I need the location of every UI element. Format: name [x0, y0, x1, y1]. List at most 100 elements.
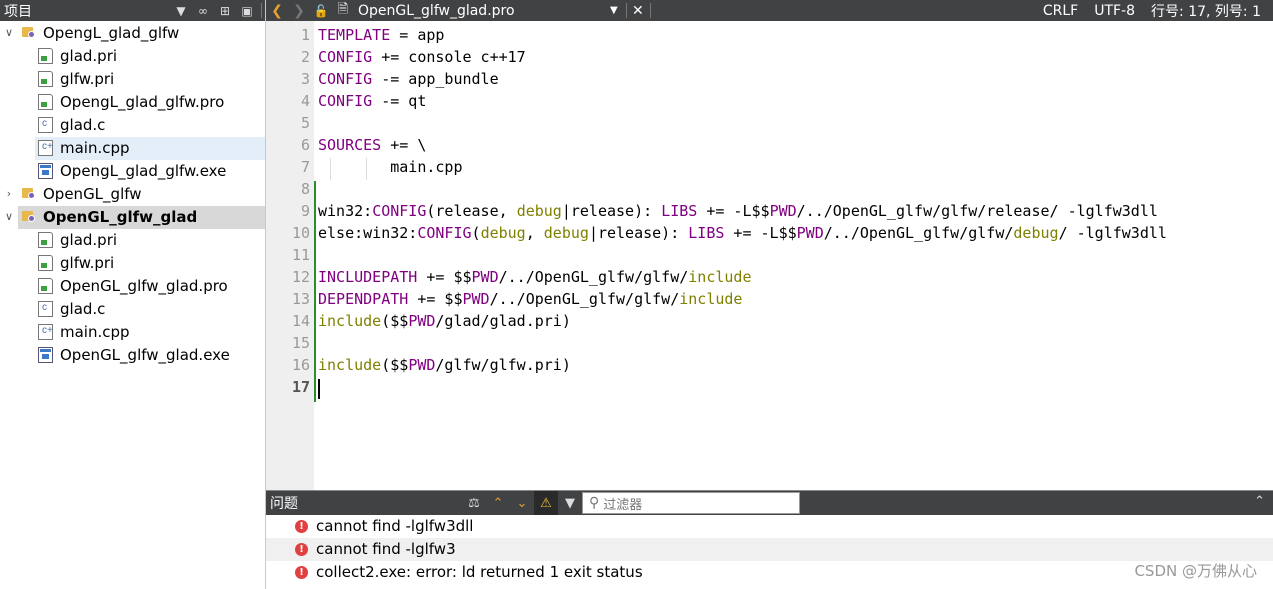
issue-row[interactable]: ! cannot find -lglfw3dll [266, 515, 1273, 538]
line-number: 10 [291, 224, 310, 242]
project-panel-header: 项目 ▼ ∞ ⊞ ▣ [0, 0, 265, 21]
line-number: 17 [291, 378, 310, 396]
tree-project-node[interactable]: ∨ OpengL_glad_glfw [0, 22, 265, 45]
editor-toolbar: ❮ ❯ 🔓 🗎 OpenGL_glfw_glad.pro ▼ ✕ CRLF UT… [266, 0, 1273, 21]
chevron-down-icon[interactable]: ∨ [3, 210, 15, 223]
back-arrow-icon[interactable]: ❮ [266, 3, 288, 19]
qmake-file-icon [38, 278, 53, 294]
tree-item-label: OpenGL_glfw_glad.exe [60, 346, 230, 364]
source-file-icon: c+ [38, 324, 53, 340]
code-line[interactable]: win32:CONFIG(release, debug|release): LI… [318, 202, 1158, 220]
line-number: 5 [300, 114, 310, 132]
warning-filter-icon[interactable]: ⚠ [534, 491, 558, 515]
qmake-file-icon [38, 255, 53, 271]
lock-icon[interactable]: 🔓 [310, 4, 332, 18]
code-line[interactable]: main.cpp [318, 158, 462, 176]
issue-row[interactable]: ! collect2.exe: error: ld returned 1 exit… [266, 561, 1273, 584]
open-file-name[interactable]: OpenGL_glfw_glad.pro [358, 3, 515, 19]
close-file-icon[interactable]: ✕ [632, 3, 644, 19]
code-line[interactable]: INCLUDEPATH += $$PWD/../OpenGL_glfw/glfw… [318, 268, 752, 286]
chevron-down-icon[interactable]: ∨ [3, 26, 15, 39]
tree-file-item[interactable]: glfw.pri [0, 68, 265, 91]
tree-file-item[interactable]: OpengL_glad_glfw.pro [0, 91, 265, 114]
line-number: 7 [300, 158, 310, 176]
tree-file-item[interactable]: glad.pri [0, 229, 265, 252]
line-ending-selector[interactable]: CRLF [1043, 3, 1078, 19]
code-line[interactable]: include($$PWD/glad/glad.pri) [318, 312, 571, 330]
issue-message: cannot find -lglfw3dll [316, 517, 474, 535]
forward-arrow-icon[interactable]: ❯ [288, 3, 310, 19]
split-icon[interactable]: ⊞ [214, 0, 236, 21]
previous-issue-icon[interactable]: ⌃ [486, 491, 510, 515]
code-line[interactable]: DEPENDPATH += $$PWD/../OpenGL_glfw/glfw/… [318, 290, 742, 308]
clean-icon[interactable]: ⚖ [462, 491, 486, 515]
source-file-icon: c [38, 117, 53, 133]
code-line[interactable]: CONFIG -= app_bundle [318, 70, 499, 88]
project-tree: ∨ OpengL_glad_glfw glad.pri glfw.pri OpengL_… [0, 21, 265, 589]
issues-filter-input[interactable]: ⚲ 过滤器 [582, 492, 800, 514]
search-icon: ⚲ [589, 495, 600, 511]
line-number: 6 [300, 136, 310, 154]
tree-item-label: glad.c [60, 116, 106, 134]
tree-project-node[interactable]: ∨ OpenGL_glfw_glad [5, 206, 265, 229]
project-panel-title: 项目 [4, 3, 32, 20]
text-cursor [318, 379, 320, 399]
tree-file-item[interactable]: glad.pri [0, 45, 265, 68]
code-line[interactable]: include($$PWD/glfw/glfw.pri) [318, 356, 571, 374]
error-icon: ! [295, 520, 308, 533]
code-line[interactable]: TEMPLATE = app [318, 26, 444, 44]
tree-file-item[interactable]: c glad.c [0, 298, 265, 321]
tree-item-label: glfw.pri [60, 254, 115, 272]
filter-icon[interactable]: ▼ [170, 0, 192, 21]
issues-panel-header: 问题 ⚖ ⌃ ⌄ ⚠ ▼ ⚲ 过滤器 ⌃ [266, 491, 1273, 515]
watermark: CSDN @万佛从心 [1134, 562, 1257, 580]
encoding-selector[interactable]: UTF-8 [1094, 3, 1135, 19]
tree-file-item[interactable]: OpenGL_glfw_glad.pro [0, 275, 265, 298]
issue-row[interactable]: ! cannot find -lglfw3 [266, 538, 1273, 561]
chevron-right-icon[interactable]: › [3, 187, 15, 200]
tree-item-label: OpenGL_glfw_glad.pro [60, 277, 228, 295]
tree-item-label: glad.c [60, 300, 106, 318]
file-dropdown-icon[interactable]: ▼ [610, 5, 618, 16]
tree-file-item[interactable]: c glad.c [0, 114, 265, 137]
source-file-icon: c+ [38, 140, 53, 156]
link-icon[interactable]: ∞ [192, 0, 214, 21]
code-line[interactable]: CONFIG -= qt [318, 92, 426, 110]
source-file-icon: c [38, 301, 53, 317]
collapse-panel-icon[interactable]: ⌃ [1254, 494, 1265, 509]
tree-file-item[interactable]: OpenGL_glfw_glad.exe [0, 344, 265, 367]
cursor-position[interactable]: 行号: 17, 列号: 1 [1151, 1, 1261, 21]
line-number: 1 [300, 26, 310, 44]
tree-project-node[interactable]: › OpenGL_glfw [0, 183, 265, 206]
tree-file-item[interactable]: c+ main.cpp [35, 137, 265, 160]
code-area[interactable]: TEMPLATE = app CONFIG += console c++17 CON… [318, 21, 1273, 490]
indent-guide [330, 158, 331, 180]
tree-item-label: OpengL_glad_glfw.pro [60, 93, 225, 111]
tree-file-item[interactable]: c+ main.cpp [0, 321, 265, 344]
tree-item-label: glfw.pri [60, 70, 115, 88]
tree-item-label: main.cpp [60, 139, 130, 157]
issue-message: collect2.exe: error: ld returned 1 exit … [316, 563, 643, 581]
indent-guide [366, 158, 367, 180]
qmake-file-icon [38, 71, 53, 87]
tree-item-label: OpenGL_glfw [43, 185, 142, 203]
tree-file-item[interactable]: OpengL_glad_glfw.exe [0, 160, 265, 183]
tree-item-label: OpenGL_glfw_glad [43, 208, 198, 226]
code-line[interactable]: else:win32:CONFIG(debug, debug|release):… [318, 224, 1167, 242]
tree-item-label: OpengL_glad_glfw.exe [60, 162, 227, 180]
next-issue-icon[interactable]: ⌄ [510, 491, 534, 515]
close-panel-icon[interactable]: ▣ [236, 0, 258, 21]
tree-item-label: glad.pri [60, 47, 118, 65]
project-panel: 项目 ▼ ∞ ⊞ ▣ ∨ OpengL_glad_glfw glad.pri glfw… [0, 0, 266, 589]
file-icon: 🗎 [337, 1, 349, 17]
project-folder-icon [22, 186, 35, 199]
qmake-file-icon [38, 232, 53, 248]
qmake-file-icon [38, 94, 53, 110]
code-line[interactable]: CONFIG += console c++17 [318, 48, 526, 66]
filter-placeholder: 过滤器 [603, 497, 643, 513]
tree-file-item[interactable]: glfw.pri [0, 252, 265, 275]
line-number: 15 [291, 334, 310, 352]
line-number: 14 [291, 312, 310, 330]
filter-icon[interactable]: ▼ [558, 491, 582, 515]
code-line[interactable]: SOURCES += \ [318, 136, 426, 154]
